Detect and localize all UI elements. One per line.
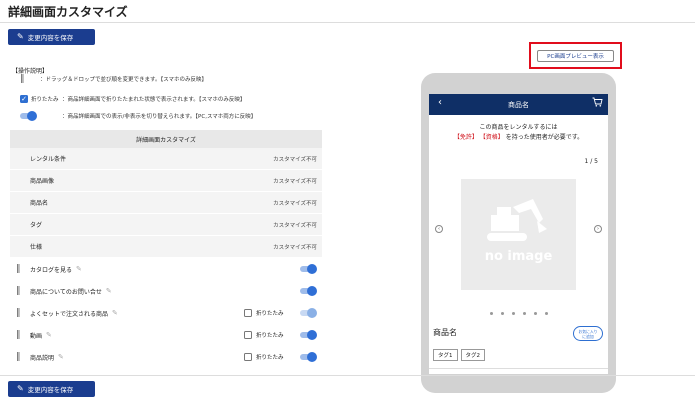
add-favorite-button[interactable]: お気に入り に追加 — [573, 326, 603, 341]
visibility-toggle[interactable] — [300, 308, 317, 318]
customize-table: 詳細画面カスタマイズ レンタル条件 カスタマイズ不可 商品画像 カスタマイズ不可… — [10, 130, 322, 368]
favorite-line2: に追加 — [582, 334, 594, 339]
instruction-fold: ✓ 折りたたみ ：商品詳細画面で折りたたまれた状態で表示されます。【スマホのみ反… — [20, 94, 245, 103]
drag-handle-icon: ‖ — [20, 74, 24, 84]
instruction-drag-desc: ：ドラッグ＆ドロップで並び順を変更できます。【スマホのみ反映】 — [40, 77, 208, 83]
pc-preview-button[interactable]: PC画面プレビュー表示 — [537, 50, 614, 62]
pencil-edit-icon[interactable]: ✎ — [76, 265, 82, 273]
tag-list: タグ1 タグ2 — [433, 349, 485, 361]
fixed-row-status: カスタマイズ不可 — [273, 178, 317, 185]
item-row-description[interactable]: ‖ 商品説明 ✎ 折りたたみ — [10, 346, 322, 368]
item-label: 動画 — [30, 332, 43, 340]
instruction-toggle: ：商品詳細画面での表示/非表示を切り替えられます。【PC,スマホ両方に反映】 — [20, 111, 256, 121]
table-header: 詳細画面カスタマイズ — [10, 130, 322, 148]
next-image-icon[interactable]: › — [594, 225, 602, 233]
fixed-row: タグ カスタマイズ不可 — [10, 214, 322, 236]
fixed-row-status: カスタマイズ不可 — [273, 200, 317, 207]
fold-checkbox[interactable] — [244, 331, 252, 339]
notice-line2-tail: を持った使用者が必要です。 — [505, 134, 584, 141]
back-arrow-icon[interactable]: ‹ — [438, 97, 442, 108]
footer-divider — [0, 375, 695, 376]
instruction-drag: ‖ ：ドラッグ＆ドロップで並び順を変更できます。【スマホのみ反映】 — [20, 74, 207, 84]
item-row-catalog[interactable]: ‖ カタログを見る ✎ — [10, 258, 322, 280]
phone-preview: ‹ 商品名 この商品をレンタルするには 【免許】 【資格】 を持った使用者が必要… — [421, 73, 616, 393]
fold-label: 折りたたみ — [256, 333, 284, 339]
item-label: 商品についてのお問い合せ — [30, 288, 102, 296]
fold-label: 折りたたみ — [256, 355, 284, 361]
item-row-video[interactable]: ‖ 動画 ✎ 折りたたみ — [10, 324, 322, 346]
tag-item: タグ1 — [433, 349, 458, 361]
fold-checkbox[interactable] — [244, 309, 252, 317]
drag-handle-icon[interactable]: ‖ — [16, 264, 20, 274]
tag-item: タグ2 — [460, 349, 485, 361]
pencil-edit-icon[interactable]: ✎ — [46, 331, 52, 339]
fixed-row-label: 商品名 — [30, 200, 49, 207]
notice-license: 【免許】 — [453, 134, 478, 141]
screen-divider — [429, 368, 608, 369]
fixed-row-status: カスタマイズ不可 — [273, 222, 317, 229]
prev-image-icon[interactable]: ‹ — [435, 225, 443, 233]
no-image-text: no image — [484, 249, 553, 264]
preview-highlight-box: PC画面プレビュー表示 — [529, 42, 622, 69]
app-bar: ‹ 商品名 — [429, 94, 608, 115]
fixed-row-label: タグ — [30, 222, 43, 229]
pencil-icon: ✎ — [17, 384, 24, 393]
instructions-title: 【操作説明】 — [12, 68, 49, 75]
drag-handle-icon[interactable]: ‖ — [16, 352, 20, 362]
visibility-toggle[interactable] — [300, 264, 317, 274]
save-button-top[interactable]: ✎ 変更内容を保存 — [8, 29, 95, 45]
page-title: 詳細画面カスタマイズ — [8, 5, 128, 19]
pencil-icon: ✎ — [17, 32, 24, 41]
item-label: 商品説明 — [30, 354, 55, 362]
visibility-toggle[interactable] — [300, 352, 317, 362]
fold-label: 折りたたみ — [256, 311, 284, 317]
drag-handle-icon[interactable]: ‖ — [16, 330, 20, 340]
fixed-row-label: 仕様 — [30, 244, 43, 251]
visibility-toggle[interactable] — [300, 286, 317, 296]
pencil-edit-icon[interactable]: ✎ — [58, 353, 64, 361]
notice-line1: この商品をレンタルするには — [479, 124, 558, 131]
drag-handle-icon[interactable]: ‖ — [16, 286, 20, 296]
fixed-row: 仕様 カスタマイズ不可 — [10, 236, 322, 258]
fixed-row: 商品画像 カスタマイズ不可 — [10, 170, 322, 192]
checkbox-checked-icon: ✓ — [20, 94, 28, 103]
license-notice: この商品をレンタルするには 【免許】 【資格】 を持った使用者が必要です。 — [429, 123, 608, 143]
phone-screen: ‹ 商品名 この商品をレンタルするには 【免許】 【資格】 を持った使用者が必要… — [429, 94, 608, 374]
save-button-label: 変更内容を保存 — [27, 386, 74, 394]
instruction-fold-desc: ：商品詳細画面で折りたたまれた状態で表示されます。【スマホのみ反映】 — [62, 97, 246, 103]
save-button-label: 変更内容を保存 — [27, 34, 74, 42]
pencil-edit-icon[interactable]: ✎ — [112, 309, 118, 317]
carousel-dots[interactable] — [429, 312, 608, 315]
instruction-fold-label: 折りたたみ — [31, 97, 59, 103]
instruction-toggle-desc: ：商品詳細画面での表示/非表示を切り替えられます。【PC,スマホ両方に反映】 — [62, 114, 257, 120]
item-label: よくセットで注文される商品 — [30, 310, 109, 318]
fixed-row: レンタル条件 カスタマイズ不可 — [10, 148, 322, 170]
item-label: カタログを見る — [30, 266, 73, 274]
cart-icon[interactable] — [592, 97, 603, 110]
item-row-set-products[interactable]: ‖ よくセットで注文される商品 ✎ 折りたたみ — [10, 302, 322, 324]
fold-checkbox[interactable] — [244, 353, 252, 361]
visibility-toggle[interactable] — [300, 330, 317, 340]
fixed-row-label: 商品画像 — [30, 178, 55, 185]
drag-handle-icon[interactable]: ‖ — [16, 308, 20, 318]
fixed-row-label: レンタル条件 — [30, 156, 67, 163]
notice-qualification: 【資格】 — [479, 134, 504, 141]
save-button-bottom[interactable]: ✎ 変更内容を保存 — [8, 381, 95, 397]
title-divider — [0, 22, 695, 23]
product-image-placeholder: no image — [461, 179, 576, 290]
item-row-inquiry[interactable]: ‖ 商品についてのお問い合せ ✎ — [10, 280, 322, 302]
fixed-row: 商品名 カスタマイズ不可 — [10, 192, 322, 214]
image-page-counter: 1 / 5 — [584, 158, 598, 165]
product-name: 商品名 — [433, 328, 457, 337]
fixed-row-status: カスタマイズ不可 — [273, 244, 317, 251]
app-bar-title: 商品名 — [508, 100, 529, 109]
fixed-row-status: カスタマイズ不可 — [273, 156, 317, 163]
pencil-edit-icon[interactable]: ✎ — [106, 287, 112, 295]
toggle-icon — [20, 111, 37, 121]
